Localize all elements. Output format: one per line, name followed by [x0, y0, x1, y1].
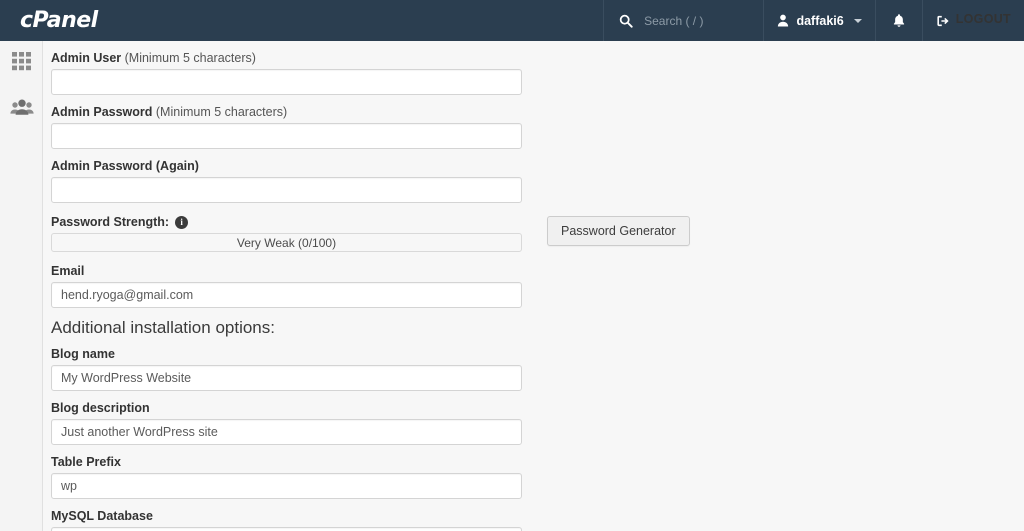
user-icon: [777, 14, 789, 27]
cpanel-logo-text: cPanel: [20, 8, 98, 33]
admin-password-again-label: Admin Password (Again): [51, 159, 199, 173]
field-blog-description: Blog description: [51, 400, 1024, 445]
mysql-database-label: MySQL Database: [51, 509, 153, 523]
admin-password-again-input[interactable]: [51, 177, 522, 203]
search-input[interactable]: Search ( / ): [603, 0, 763, 41]
additional-options-heading: Additional installation options:: [51, 318, 275, 337]
search-placeholder-text: Search ( / ): [644, 13, 704, 28]
sidebar-item-user-manager[interactable]: [0, 87, 43, 133]
wordpress-install-form: Admin User (Minimum 5 characters) Admin …: [44, 41, 1024, 531]
chevron-down-icon: [853, 18, 862, 23]
password-strength-bar: Very Weak (0/100): [51, 233, 522, 252]
field-admin-password: Admin Password (Minimum 5 characters): [51, 104, 1024, 149]
admin-user-label: Admin User (Minimum 5 characters): [51, 50, 1024, 69]
logout-label: LOGOUT: [955, 12, 1011, 26]
email-input[interactable]: [51, 282, 522, 308]
admin-user-hint: (Minimum 5 characters): [121, 51, 256, 65]
blog-description-label: Blog description: [51, 401, 150, 415]
left-sidebar: [0, 41, 43, 531]
admin-user-label-text: Admin User: [51, 51, 122, 65]
main-content-area: Admin User (Minimum 5 characters) Admin …: [44, 41, 1024, 531]
search-icon: [619, 14, 633, 28]
cpanel-logo[interactable]: cPanel: [0, 0, 116, 41]
admin-password-label: Admin Password (Minimum 5 characters): [51, 104, 1024, 123]
admin-password-input[interactable]: [51, 123, 522, 149]
username-label: daffaki6: [796, 13, 844, 28]
email-label: Email: [51, 264, 85, 278]
field-mysql-database: MySQL Database: [51, 508, 1024, 531]
mysql-database-input[interactable]: [51, 527, 522, 531]
table-prefix-input[interactable]: [51, 473, 522, 499]
password-strength-label: Password Strength:: [51, 215, 170, 229]
users-icon: [9, 98, 34, 122]
password-strength-row: Password Strength: i: [51, 212, 1024, 233]
sidebar-item-apps-grid[interactable]: [0, 41, 43, 87]
field-admin-password-again: Admin Password (Again): [51, 158, 1024, 203]
user-menu-button[interactable]: daffaki6: [763, 0, 874, 41]
info-icon[interactable]: i: [175, 215, 189, 229]
notifications-button[interactable]: [874, 0, 922, 41]
field-table-prefix: Table Prefix: [51, 454, 1024, 499]
table-prefix-label: Table Prefix: [51, 455, 121, 469]
field-admin-user: Admin User (Minimum 5 characters): [51, 50, 1024, 95]
top-header-bar: cPanel Search ( / ) daffaki6 LOGOUT: [0, 0, 1024, 41]
grid-icon: [11, 51, 32, 77]
header-spacer: [116, 0, 603, 41]
blog-name-label: Blog name: [51, 347, 115, 361]
blog-description-input[interactable]: [51, 419, 522, 445]
admin-password-label-text: Admin Password: [51, 105, 153, 119]
admin-user-input[interactable]: [51, 69, 522, 95]
password-strength-value: Very Weak (0/100): [236, 235, 337, 250]
field-blog-name: Blog name: [51, 346, 1024, 391]
logout-button[interactable]: LOGOUT: [921, 0, 1024, 41]
blog-name-input[interactable]: [51, 365, 522, 391]
admin-password-hint: (Minimum 5 characters): [152, 105, 288, 119]
sign-out-icon: [936, 14, 950, 28]
field-email: Email: [51, 263, 1024, 308]
password-generator-button[interactable]: Password Generator: [547, 216, 690, 246]
bell-icon: [892, 13, 906, 28]
